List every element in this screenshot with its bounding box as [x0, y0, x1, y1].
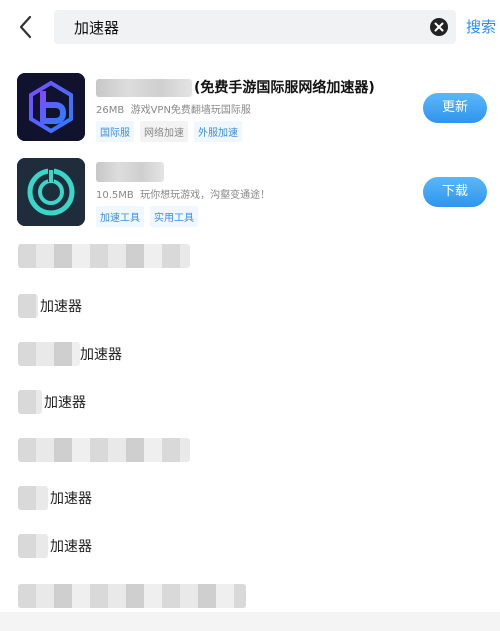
- suggestion-text: 加速器: [50, 539, 92, 555]
- app-result-item[interactable]: 10.5MB 玩你想玩游戏，沟壑变通途！ 加速工具 实用工具 下载: [0, 158, 500, 234]
- tag[interactable]: 国际服: [96, 121, 134, 142]
- suggestion-item[interactable]: 加速器: [0, 334, 500, 374]
- suggestion-item[interactable]: 加速器: [0, 286, 500, 326]
- suggestion-item[interactable]: [0, 430, 500, 470]
- search-header: 搜索: [0, 0, 500, 56]
- search-button[interactable]: 搜索: [466, 16, 496, 37]
- update-button[interactable]: 更新: [423, 93, 487, 123]
- redacted-app-name: [96, 79, 192, 97]
- search-box[interactable]: [54, 10, 456, 44]
- app-description: 游戏VPN免费翻墙玩国际服: [130, 105, 251, 116]
- app-name: (免费手游国际服网络加速器): [96, 77, 375, 97]
- clear-search-button[interactable]: [430, 18, 448, 36]
- suggestion-item[interactable]: 加速器: [0, 382, 500, 422]
- suggestion-item[interactable]: [0, 236, 500, 276]
- suggestion-text: 加速器: [44, 395, 86, 411]
- app-name-suffix: (免费手游国际服网络加速器): [194, 80, 375, 96]
- chevron-left-icon: [19, 15, 32, 39]
- app-icon[interactable]: [17, 73, 85, 141]
- redacted-text: [18, 390, 42, 414]
- redacted-text: [18, 534, 48, 558]
- app-description: 玩你想玩游戏，沟壑变通途！: [140, 190, 271, 201]
- app-name: [96, 162, 166, 182]
- app-result-item[interactable]: (免费手游国际服网络加速器) 26MB 游戏VPN免费翻墙玩国际服 国际服 网络…: [0, 73, 500, 149]
- app-size: 10.5MB: [96, 190, 134, 201]
- redacted-text: [18, 342, 80, 366]
- tag[interactable]: 外服加速: [194, 121, 242, 142]
- app-meta: 10.5MB 玩你想玩游戏，沟壑变通途！: [96, 186, 270, 201]
- app-meta: 26MB 游戏VPN免费翻墙玩国际服: [96, 101, 251, 116]
- redacted-text: [18, 584, 246, 608]
- redacted-text: [18, 486, 48, 510]
- search-input[interactable]: [74, 10, 404, 44]
- suggestion-text: 加速器: [80, 347, 122, 363]
- app-size: 26MB: [96, 105, 125, 116]
- back-button[interactable]: [14, 12, 40, 42]
- suggestion-item[interactable]: 加速器: [0, 526, 500, 566]
- app-tags: 国际服 网络加速 外服加速: [96, 121, 242, 142]
- tag[interactable]: 实用工具: [150, 206, 198, 227]
- suggestion-text: 加速器: [40, 299, 82, 315]
- redacted-app-name: [96, 162, 164, 182]
- redacted-text: [18, 438, 190, 462]
- download-button[interactable]: 下载: [423, 177, 487, 207]
- suggestion-text: 加速器: [50, 491, 92, 507]
- close-circle-icon: [434, 22, 444, 32]
- redacted-text: [18, 244, 190, 268]
- app-logo-icon: [17, 158, 85, 226]
- tag[interactable]: 加速工具: [96, 206, 144, 227]
- bottom-divider: [0, 612, 500, 631]
- app-tags: 加速工具 实用工具: [96, 206, 198, 227]
- app-icon[interactable]: [17, 158, 85, 226]
- tag[interactable]: 网络加速: [140, 121, 188, 142]
- redacted-text: [18, 294, 38, 318]
- suggestion-item[interactable]: [0, 576, 500, 616]
- app-logo-icon: [17, 73, 85, 141]
- suggestion-item[interactable]: 加速器: [0, 478, 500, 518]
